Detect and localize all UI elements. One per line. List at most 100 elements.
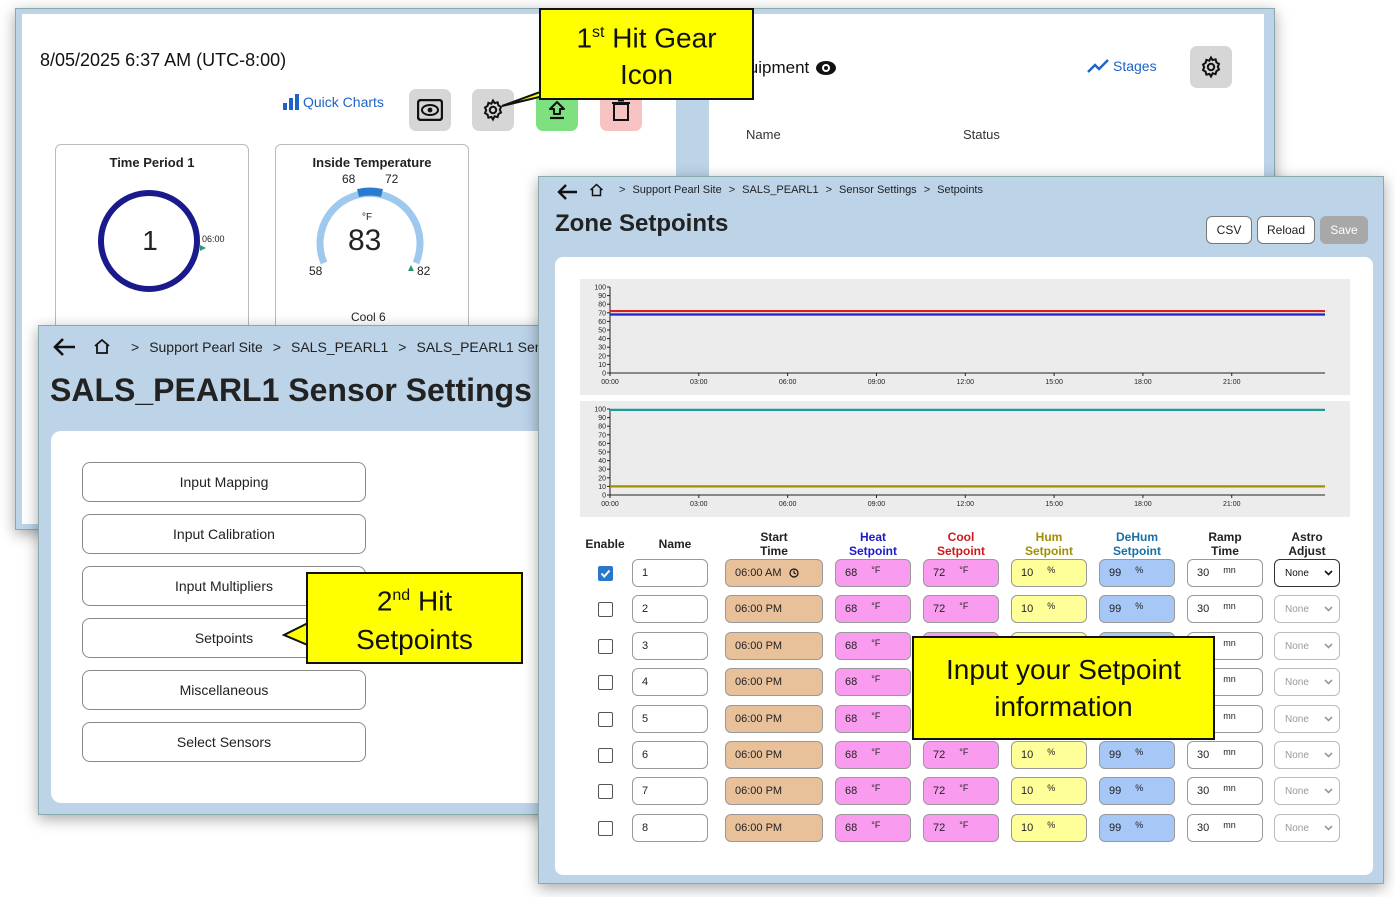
- row-enable-checkbox[interactable]: [598, 712, 613, 727]
- row-ramp-time-input[interactable]: 30 mn: [1187, 777, 1263, 805]
- reload-button[interactable]: Reload: [1257, 216, 1315, 244]
- row-hum-unit: %: [1047, 565, 1056, 575]
- save-button[interactable]: Save: [1320, 216, 1368, 244]
- row-ramp-time-input[interactable]: 30 mn: [1187, 814, 1263, 842]
- row-cool-unit: °F: [959, 601, 969, 611]
- row-heat-setpoint-input[interactable]: 68 °F: [835, 777, 911, 805]
- back-arrow-icon[interactable]: [557, 183, 579, 201]
- row-name-input[interactable]: 8: [632, 814, 708, 842]
- row-dehum-setpoint-input[interactable]: 99%: [1099, 559, 1175, 587]
- breadcrumb-controller[interactable]: SALS_PEARL1: [291, 339, 388, 355]
- breadcrumb-site[interactable]: Support Pearl Site: [632, 184, 721, 196]
- row-astro-adjust-select[interactable]: None: [1274, 741, 1340, 769]
- row-astro-adjust-select[interactable]: None: [1274, 632, 1340, 660]
- row-start-time-input[interactable]: 06:00 PM: [725, 777, 823, 805]
- row-astro-value: None: [1285, 749, 1309, 761]
- breadcrumb-sensor-settings[interactable]: Sensor Settings: [839, 184, 917, 196]
- row-cool-setpoint-input[interactable]: 72 °F: [923, 559, 999, 587]
- view-button[interactable]: [409, 89, 451, 131]
- back-arrow-icon[interactable]: [53, 337, 77, 357]
- row-heat-setpoint-input[interactable]: 68 °F: [835, 595, 911, 623]
- row-enable-checkbox[interactable]: [598, 566, 613, 581]
- row-ramp-time-input[interactable]: 30 mn: [1187, 595, 1263, 623]
- row-start-time-input[interactable]: 06:00 PM: [725, 632, 823, 660]
- row-name-input[interactable]: 3: [632, 632, 708, 660]
- row-dehum-setpoint-input[interactable]: 99%: [1099, 814, 1175, 842]
- row-hum-setpoint-input[interactable]: 10%: [1011, 741, 1087, 769]
- stages-link[interactable]: Stages: [1087, 58, 1157, 74]
- input-mapping-button[interactable]: Input Mapping: [82, 462, 366, 502]
- row-astro-adjust-select[interactable]: None: [1274, 595, 1340, 623]
- row-heat-setpoint-input[interactable]: 68 °F: [835, 705, 911, 733]
- row-hum-value: 10: [1021, 785, 1034, 797]
- row-astro-adjust-select[interactable]: None: [1274, 559, 1340, 587]
- y-tick-label: 70: [598, 310, 606, 317]
- row-name-input[interactable]: 4: [632, 668, 708, 696]
- input-calibration-button[interactable]: Input Calibration: [82, 514, 366, 554]
- row-heat-setpoint-input[interactable]: 68 °F: [835, 632, 911, 660]
- row-hum-value: 10: [1021, 603, 1034, 615]
- row-cool-setpoint-input[interactable]: 72 °F: [923, 741, 999, 769]
- row-name-input[interactable]: 1: [632, 559, 708, 587]
- row-name-input[interactable]: 2: [632, 595, 708, 623]
- header-dehum-setpoint: DeHum Setpoint: [1099, 530, 1175, 558]
- row-cool-setpoint-input[interactable]: 72 °F: [923, 814, 999, 842]
- row-enable-checkbox[interactable]: [598, 821, 613, 836]
- row-dehum-value: 99: [1109, 603, 1122, 615]
- row-name-value: 5: [642, 713, 649, 725]
- row-ramp-time-input[interactable]: 30 mn: [1187, 559, 1263, 587]
- row-ramp-unit: mn: [1223, 747, 1236, 757]
- row-name-input[interactable]: 5: [632, 705, 708, 733]
- trash-icon: [612, 99, 630, 121]
- row-enable-checkbox[interactable]: [598, 748, 613, 763]
- row-cool-unit: °F: [959, 565, 969, 575]
- row-start-time-input[interactable]: 06:00 AM: [725, 559, 823, 587]
- temp-mode: Cool 6: [351, 310, 386, 324]
- row-hum-setpoint-input[interactable]: 10%: [1011, 814, 1087, 842]
- row-astro-adjust-select[interactable]: None: [1274, 814, 1340, 842]
- row-start-time-input[interactable]: 06:00 PM: [725, 814, 823, 842]
- row-enable-checkbox[interactable]: [598, 675, 613, 690]
- row-cool-setpoint-input[interactable]: 72 °F: [923, 777, 999, 805]
- breadcrumb-controller[interactable]: SALS_PEARL1: [742, 184, 818, 196]
- eye-icon[interactable]: [815, 60, 837, 76]
- quick-charts-link[interactable]: Quick Charts: [283, 94, 384, 110]
- row-dehum-setpoint-input[interactable]: 99%: [1099, 595, 1175, 623]
- row-heat-setpoint-input[interactable]: 68 °F: [835, 741, 911, 769]
- row-heat-setpoint-input[interactable]: 68 °F: [835, 559, 911, 587]
- row-hum-setpoint-input[interactable]: 10%: [1011, 595, 1087, 623]
- csv-button[interactable]: CSV: [1206, 216, 1252, 244]
- home-icon[interactable]: [589, 183, 604, 197]
- clock-icon: [789, 568, 800, 578]
- row-astro-value: None: [1285, 640, 1309, 652]
- breadcrumb-separator: >: [398, 339, 407, 355]
- select-sensors-button[interactable]: Select Sensors: [82, 722, 366, 762]
- row-astro-adjust-select[interactable]: None: [1274, 705, 1340, 733]
- row-name-input[interactable]: 7: [632, 777, 708, 805]
- row-heat-setpoint-input[interactable]: 68 °F: [835, 814, 911, 842]
- row-enable-checkbox[interactable]: [598, 602, 613, 617]
- header-heat-line2: Setpoint: [849, 544, 897, 558]
- breadcrumb-sensor-settings[interactable]: SALS_PEARL1 Sen: [416, 339, 542, 355]
- row-start-time-input[interactable]: 06:00 PM: [725, 668, 823, 696]
- row-cool-setpoint-input[interactable]: 72 °F: [923, 595, 999, 623]
- row-enable-checkbox[interactable]: [598, 639, 613, 654]
- row-start-time-input[interactable]: 06:00 PM: [725, 741, 823, 769]
- row-dehum-setpoint-input[interactable]: 99%: [1099, 741, 1175, 769]
- row-start-time-input[interactable]: 06:00 PM: [725, 705, 823, 733]
- row-astro-adjust-select[interactable]: None: [1274, 777, 1340, 805]
- miscellaneous-button[interactable]: Miscellaneous: [82, 670, 366, 710]
- row-enable-checkbox[interactable]: [598, 784, 613, 799]
- row-hum-setpoint-input[interactable]: 10%: [1011, 559, 1087, 587]
- equipment-col-status: Status: [963, 127, 1000, 142]
- row-dehum-setpoint-input[interactable]: 99%: [1099, 777, 1175, 805]
- row-astro-adjust-select[interactable]: None: [1274, 668, 1340, 696]
- row-start-time-input[interactable]: 06:00 PM: [725, 595, 823, 623]
- equipment-gear-button[interactable]: [1190, 46, 1232, 88]
- row-ramp-time-input[interactable]: 30 mn: [1187, 741, 1263, 769]
- row-heat-setpoint-input[interactable]: 68 °F: [835, 668, 911, 696]
- breadcrumb-site[interactable]: Support Pearl Site: [149, 339, 263, 355]
- row-name-input[interactable]: 6: [632, 741, 708, 769]
- row-hum-setpoint-input[interactable]: 10%: [1011, 777, 1087, 805]
- home-icon[interactable]: [93, 338, 111, 355]
